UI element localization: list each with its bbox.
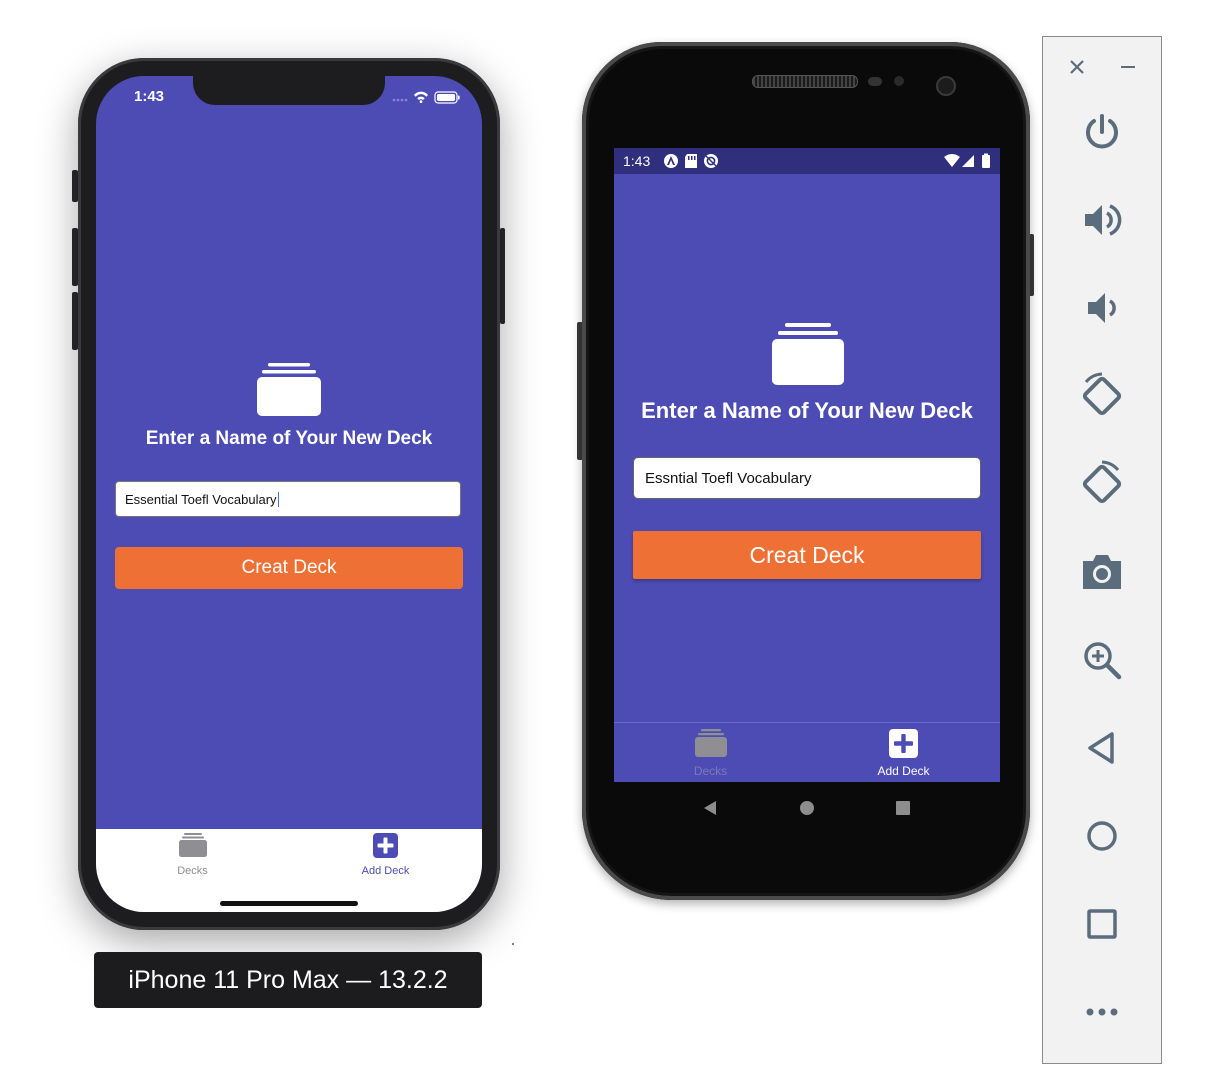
earpiece-speaker: [752, 75, 858, 88]
create-deck-button[interactable]: Creat Deck: [115, 547, 463, 589]
signal-wifi-battery-icon: [392, 91, 460, 104]
rotate-right-icon[interactable]: [1073, 455, 1131, 513]
camera-icon[interactable]: [1073, 543, 1131, 601]
deck-name-input[interactable]: Essntial Toefl Vocabulary: [633, 457, 981, 499]
back-icon[interactable]: [702, 800, 718, 816]
home-indicator[interactable]: [220, 901, 358, 906]
system-status-icons: [944, 153, 992, 169]
emulator-toolbar: [1042, 36, 1162, 1064]
page-title: Enter a Name of Your New Deck: [145, 428, 433, 449]
stray-dot: [512, 943, 514, 945]
tab-bar: Decks Add Deck: [96, 829, 482, 912]
volume-up-icon[interactable]: [1073, 191, 1131, 249]
deck-name-input-value: Essential Toefl Vocabulary: [125, 492, 277, 507]
status-time: 1:43: [134, 88, 165, 105]
create-deck-button[interactable]: Creat Deck: [633, 531, 981, 579]
tab-add-deck-label: Add Deck: [877, 764, 930, 778]
volume-down-icon[interactable]: [1073, 279, 1131, 337]
close-icon[interactable]: [1065, 55, 1089, 79]
overview-icon[interactable]: [1073, 895, 1131, 953]
android-nav-bar: [614, 782, 1000, 834]
decks-icon: [694, 729, 727, 757]
wifi-signal-battery-icon: [944, 153, 990, 168]
decks-icon: [178, 833, 207, 857]
android-screen: 1:43 Enter a Name of Your New Deck Essnt…: [614, 148, 1000, 782]
home-icon[interactable]: [1073, 807, 1131, 865]
tab-add-deck[interactable]: Add Deck: [289, 833, 482, 877]
tab-decks-label: Decks: [177, 865, 208, 877]
front-sensor: [868, 77, 882, 86]
minimize-icon[interactable]: [1116, 55, 1140, 79]
text-cursor: [277, 492, 279, 507]
rotate-left-icon[interactable]: [1073, 367, 1131, 425]
zoom-icon[interactable]: [1073, 631, 1131, 689]
status-icons: [392, 90, 462, 104]
iphone-frame: 1:43 Enter a Name of Your New Deck Essen…: [78, 58, 500, 930]
app-notification-icon: [664, 154, 718, 168]
power-icon[interactable]: [1073, 103, 1131, 161]
tab-bar: Decks Add Deck: [614, 722, 1000, 782]
tab-decks-label: Decks: [693, 764, 728, 778]
front-camera: [936, 76, 956, 96]
add-deck-icon: [373, 833, 398, 858]
tab-add-deck-label: Add Deck: [361, 865, 410, 877]
tab-add-deck[interactable]: Add Deck: [807, 729, 1000, 778]
android-status-bar: 1:43: [614, 148, 1000, 174]
home-icon[interactable]: [799, 800, 815, 816]
notification-icons: [664, 153, 728, 169]
page-title: Enter a Name of Your New Deck: [641, 398, 973, 423]
tab-decks[interactable]: Decks: [96, 833, 289, 877]
iphone-screen: 1:43 Enter a Name of Your New Deck Essen…: [96, 76, 482, 912]
android-frame: 1:43 Enter a Name of Your New Deck Essnt…: [582, 42, 1030, 900]
more-icon[interactable]: [1073, 983, 1131, 1041]
status-time: 1:43: [623, 153, 651, 169]
tab-decks[interactable]: Decks: [614, 729, 807, 778]
back-icon[interactable]: [1073, 719, 1131, 777]
deck-icon: [257, 363, 321, 416]
notch: [193, 76, 385, 105]
deck-name-input[interactable]: Essential Toefl Vocabulary: [115, 481, 461, 517]
device-label: iPhone 11 Pro Max — 13.2.2: [94, 952, 482, 1008]
front-sensor-2: [894, 76, 904, 86]
deck-icon: [772, 323, 844, 385]
add-deck-icon: [889, 729, 918, 758]
iphone-power-button: [500, 228, 505, 324]
recents-icon[interactable]: [895, 800, 911, 816]
